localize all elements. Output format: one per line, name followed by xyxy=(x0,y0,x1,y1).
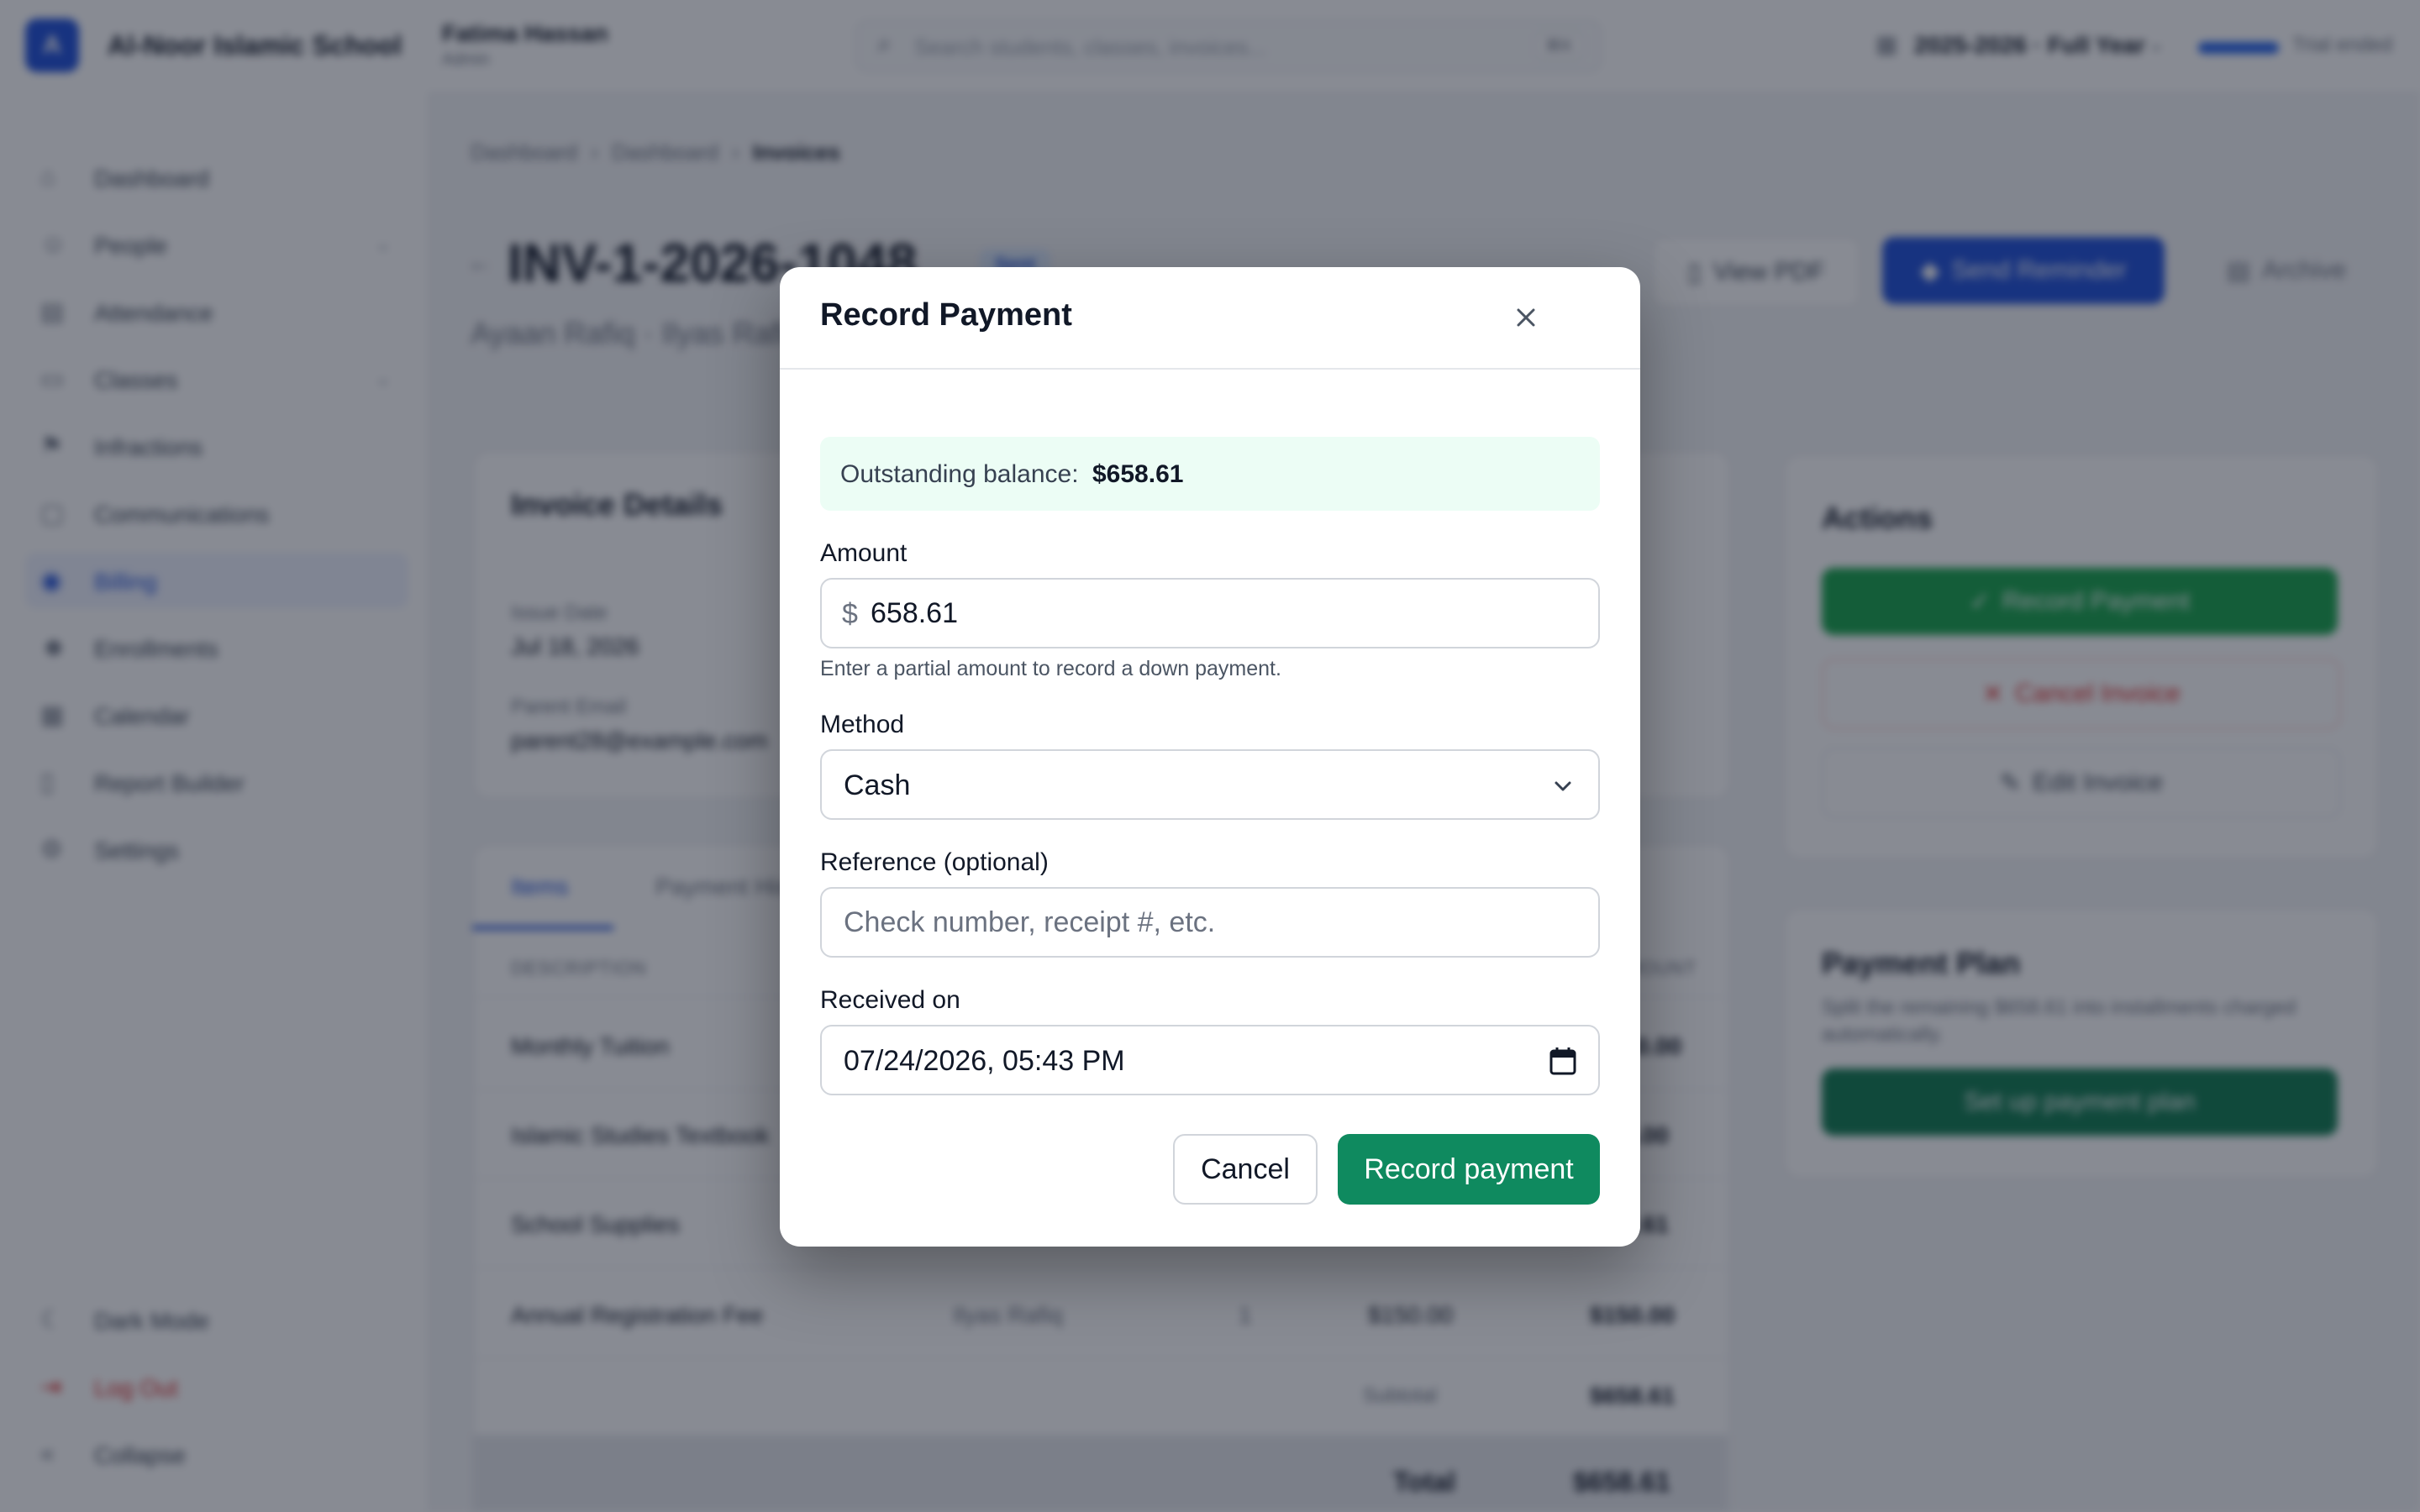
method-selected-value: Cash xyxy=(844,769,911,801)
currency-symbol: $ xyxy=(842,598,858,630)
record-payment-button[interactable]: Record payment xyxy=(1338,1134,1600,1205)
received-on-field[interactable]: 07/24/2026, 05:43 PM xyxy=(820,1025,1600,1095)
cancel-button[interactable]: Cancel xyxy=(1173,1134,1318,1205)
reference-label: Reference (optional) xyxy=(820,848,1049,876)
amount-label: Amount xyxy=(820,539,908,567)
outstanding-balance-banner: Outstanding balance: $658.61 xyxy=(820,437,1600,511)
received-on-input[interactable]: 07/24/2026, 05:43 PM xyxy=(844,1045,1125,1078)
balance-amount: $658.61 xyxy=(1092,460,1184,488)
amount-field[interactable]: $ xyxy=(820,578,1600,648)
reference-field[interactable] xyxy=(820,887,1600,958)
chevron-down-icon xyxy=(1555,781,1571,791)
record-payment-dialog: Record Payment Outstanding balance: $658… xyxy=(780,267,1640,1247)
amount-input[interactable] xyxy=(871,580,1576,647)
reference-input[interactable] xyxy=(844,889,1575,956)
dialog-header: Record Payment xyxy=(780,267,1640,370)
received-on-label: Received on xyxy=(820,986,960,1014)
method-label: Method xyxy=(820,711,905,738)
balance-label: Outstanding balance: xyxy=(840,460,1079,488)
calendar-icon[interactable] xyxy=(1548,1045,1578,1077)
dialog-title: Record Payment xyxy=(820,297,1072,333)
amount-helper-text: Enter a partial amount to record a down … xyxy=(820,657,1281,680)
method-select[interactable]: Cash xyxy=(820,749,1600,820)
close-icon[interactable] xyxy=(1501,292,1551,343)
